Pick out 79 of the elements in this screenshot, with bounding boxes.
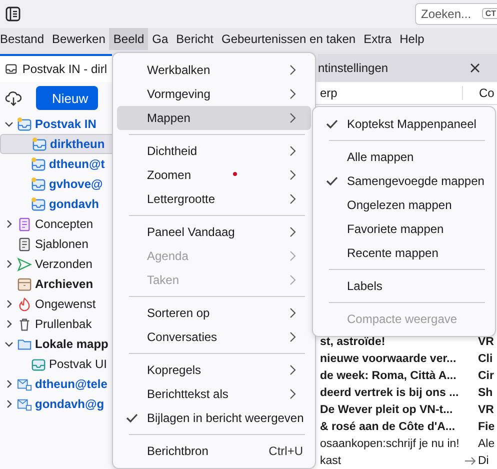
message-correspondent: Sh — [478, 386, 493, 398]
menu-item[interactable]: Werkbalken — [117, 58, 311, 82]
document-icon — [17, 236, 32, 252]
message-subject: osaankopen:schrijf je nu in! — [320, 438, 460, 450]
message-subject: st, astroïde! — [320, 336, 386, 348]
message-correspondent: Cir — [478, 370, 494, 382]
menu-item[interactable]: Bijlagen in bericht weergeven — [117, 406, 311, 430]
menu-item[interactable]: Kopregels — [117, 358, 311, 382]
menubar-item[interactable]: Bewerken — [48, 28, 110, 50]
archive-box-icon — [17, 276, 32, 292]
message-subject: de week: Roma, Città A... — [320, 370, 458, 382]
menu-item[interactable]: Conversaties — [117, 325, 311, 349]
inbox-icon — [31, 156, 46, 172]
inbox-icon — [32, 136, 47, 152]
menu-item[interactable]: Mappen — [117, 106, 311, 130]
envelope-icon — [17, 376, 32, 392]
message-subject: De Wever pleit op VN-t... — [320, 404, 454, 416]
trash-icon — [17, 316, 32, 332]
menu-item[interactable]: Zoomen — [117, 163, 311, 187]
message-subject: & rosé aan de Côte d'A... — [320, 420, 456, 432]
shortcut-key: CT — [482, 8, 497, 19]
menu-item[interactable]: Berichtbron Ctrl+U — [117, 439, 311, 463]
checkmark-icon — [326, 176, 338, 186]
menubar-item[interactable]: Gebeurtenissen en taken — [218, 28, 360, 50]
message-correspondent: VR — [478, 404, 494, 416]
chevron-right-icon[interactable] — [4, 219, 14, 229]
menu-item[interactable]: Sorteren op — [117, 301, 311, 325]
inbox-icon — [5, 62, 18, 76]
chevron-right-icon[interactable] — [4, 399, 14, 409]
menu-item[interactable]: Koptekst Mappenpaneel — [317, 112, 491, 136]
paper-plane-icon — [17, 256, 32, 272]
message-subject: deerd vertrek is bij ons ... — [320, 386, 460, 398]
flame-icon — [17, 296, 32, 312]
cloud-download-icon[interactable] — [5, 90, 22, 106]
menubar-item[interactable]: Bestand — [0, 28, 48, 50]
menu-item[interactable]: Berichttekst als — [117, 382, 311, 406]
chevron-right-icon[interactable] — [4, 259, 14, 269]
menu-item[interactable]: Vormgeving — [117, 82, 311, 106]
menu-item[interactable]: Lettergrootte — [117, 187, 311, 211]
checkmark-icon — [126, 413, 138, 423]
column-header[interactable]: erp — [320, 86, 463, 100]
sidebar-icon[interactable] — [5, 6, 21, 22]
inbox-icon — [31, 196, 46, 212]
menubar-item[interactable]: Ga — [148, 28, 172, 50]
menubar-item[interactable]: Bericht — [172, 28, 218, 50]
message-correspondent: Ale — [478, 438, 495, 450]
menu-item[interactable]: Alle mappen — [317, 145, 491, 169]
chevron-down-icon[interactable] — [4, 119, 14, 129]
checkmark-icon — [326, 119, 338, 129]
message-correspondent: VR — [478, 336, 494, 348]
menubar-item[interactable]: Extra — [360, 28, 396, 50]
menu-item[interactable]: Recente mappen — [317, 241, 491, 265]
message-subject: nieuwe voorwaarde ver... — [320, 352, 458, 364]
inbox-icon — [31, 176, 46, 192]
message-subject: kast — [320, 454, 342, 466]
menu-item[interactable]: Ongelezen mappen — [317, 193, 491, 217]
menubar-item[interactable]: Help — [396, 28, 428, 50]
close-icon[interactable] — [470, 63, 480, 73]
message-correspondent: Di — [478, 454, 489, 466]
chevron-right-icon[interactable] — [4, 379, 14, 389]
message-correspondent: Cli — [478, 352, 493, 364]
envelope-icon — [17, 396, 32, 412]
chevron-right-icon[interactable] — [4, 319, 14, 329]
menu-item[interactable]: Paneel Vandaag — [117, 220, 311, 244]
menu-item[interactable]: Labels — [317, 274, 491, 298]
menu-item[interactable]: Samengevoegde mappen — [317, 169, 491, 193]
inbox-icon — [31, 356, 46, 372]
column-header[interactable]: Co — [479, 86, 494, 100]
tab[interactable]: Postvak IN - dirl — [0, 54, 112, 82]
arrow-right-icon — [464, 456, 476, 466]
chevron-right-icon[interactable] — [4, 299, 14, 309]
new-message-button[interactable]: Nieuw — [36, 86, 98, 110]
menu-item[interactable]: Favoriete mappen — [317, 217, 491, 241]
document-icon — [17, 216, 32, 232]
chevron-down-icon[interactable] — [4, 339, 14, 349]
message-correspondent: Fie — [478, 420, 495, 432]
inbox-icon — [17, 116, 32, 132]
menubar-item[interactable]: Beeld — [109, 28, 148, 50]
tab[interactable]: ntinstellingen — [318, 54, 497, 82]
